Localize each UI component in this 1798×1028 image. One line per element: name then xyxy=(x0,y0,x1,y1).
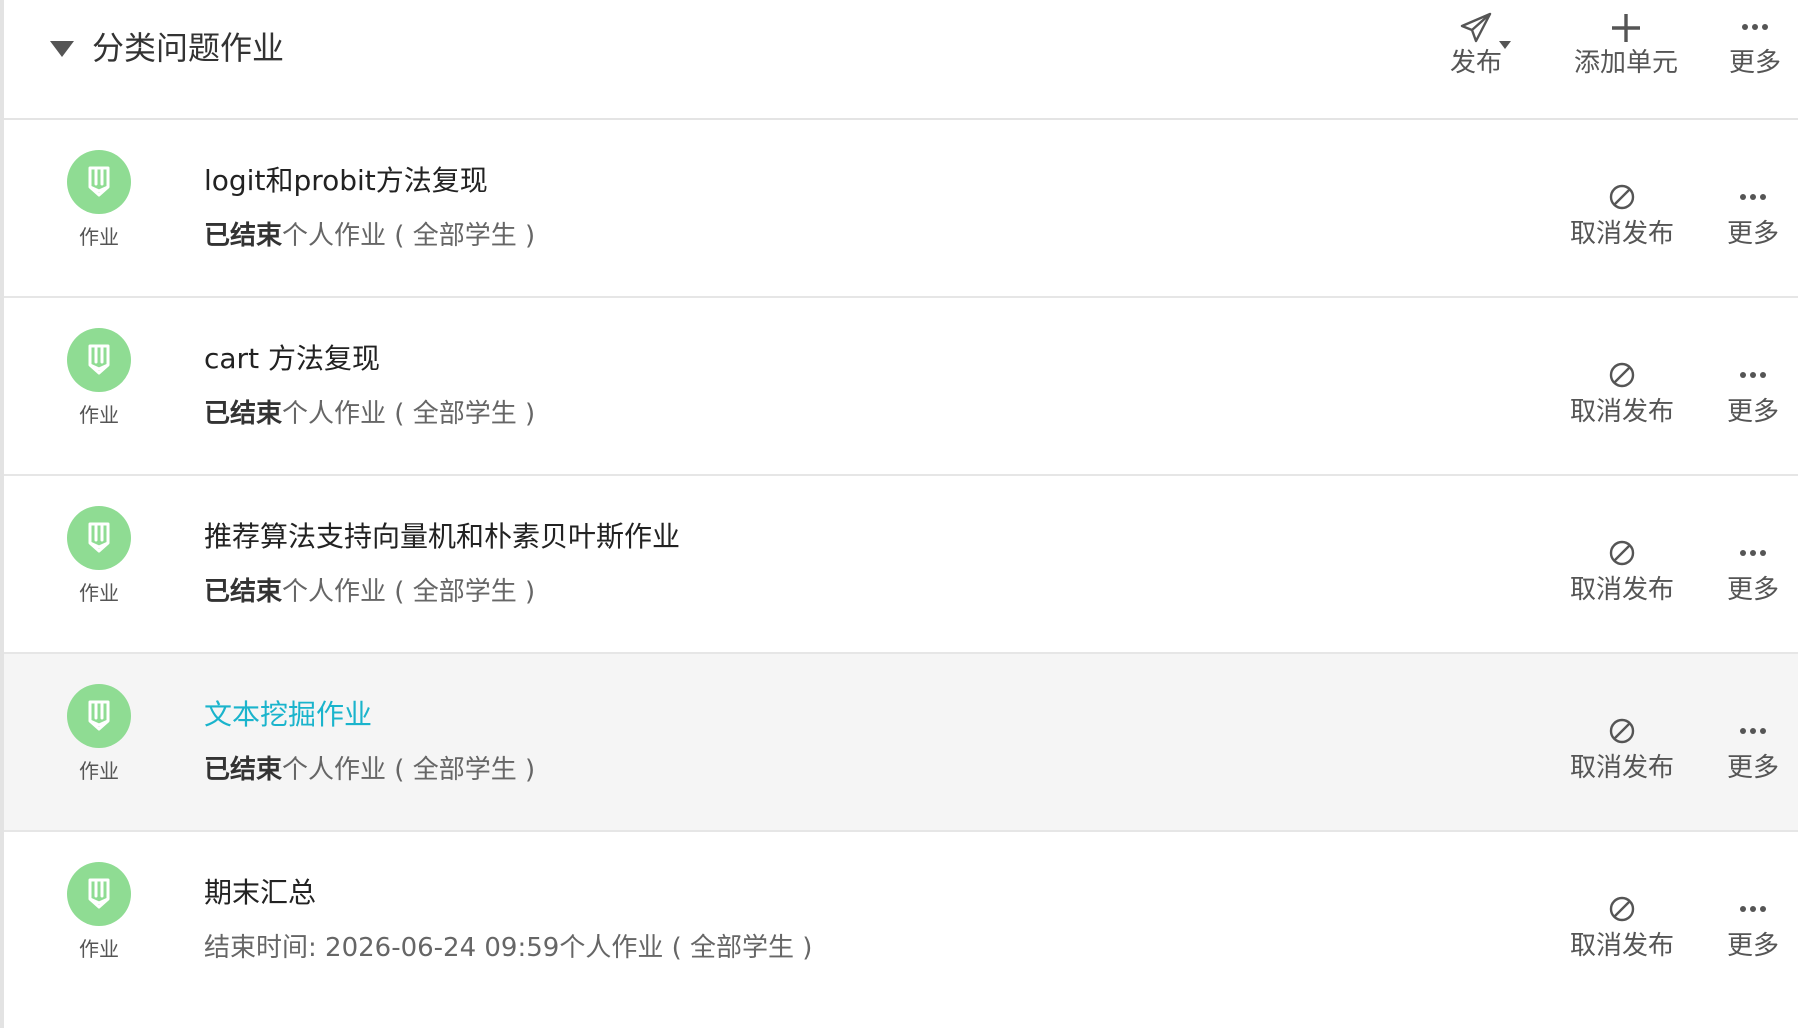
course-unit-page: 分类问题作业 发布 添加单元 更多 作业 logit和probit方法复现 已结… xyxy=(0,0,1798,1028)
more-label: 更多 xyxy=(1726,575,1779,605)
meta-text: 个人作业 ( 全部学生 ) xyxy=(282,755,536,785)
more-dots-icon xyxy=(1740,906,1766,912)
list-item: 作业 文本挖掘作业 已结束个人作业 ( 全部学生 ) 取消发布 更多 xyxy=(4,654,1798,832)
unpublish-label: 取消发布 xyxy=(1569,219,1674,249)
unpublish-label: 取消发布 xyxy=(1569,575,1674,605)
meta-text: 结束时间: 2026-06-24 09:59个人作业 ( 全部学生 ) xyxy=(204,933,813,963)
caret-down-icon[interactable] xyxy=(1498,40,1512,50)
ban-icon xyxy=(1609,896,1635,922)
more-button[interactable]: 更多 xyxy=(1716,534,1790,608)
unpublish-label: 取消发布 xyxy=(1569,931,1674,961)
unpublish-button[interactable]: 取消发布 xyxy=(1566,178,1678,252)
unit-more-button[interactable]: 更多 xyxy=(1718,8,1792,84)
add-unit-button[interactable]: 添加单元 xyxy=(1566,8,1686,84)
status-text: 已结束 xyxy=(204,221,283,251)
more-dots-icon xyxy=(1740,372,1766,378)
ban-icon xyxy=(1609,362,1635,388)
assignment-badge: 作业 xyxy=(66,328,132,428)
more-label: 更多 xyxy=(1726,219,1779,249)
status-text: 已结束 xyxy=(204,399,283,429)
assignment-title[interactable]: 期末汇总 xyxy=(204,874,316,912)
unpublish-label: 取消发布 xyxy=(1569,397,1674,427)
pencil-icon xyxy=(79,518,119,558)
badge-circle xyxy=(67,328,131,392)
assignment-badge: 作业 xyxy=(66,506,132,606)
assignment-badge: 作业 xyxy=(66,862,132,962)
unit-header: 分类问题作业 发布 添加单元 更多 xyxy=(4,0,1798,120)
more-dots-icon xyxy=(1740,728,1766,734)
assignment-meta: 已结束个人作业 ( 全部学生 ) xyxy=(204,218,535,254)
status-text: 已结束 xyxy=(204,755,283,785)
plus-icon xyxy=(1612,14,1640,42)
status-text: 已结束 xyxy=(204,577,283,607)
pencil-icon xyxy=(79,696,119,736)
meta-text: 个人作业 ( 全部学生 ) xyxy=(282,221,536,251)
unpublish-button[interactable]: 取消发布 xyxy=(1566,712,1678,786)
badge-circle xyxy=(67,862,131,926)
pencil-icon xyxy=(79,340,119,380)
more-button[interactable]: 更多 xyxy=(1716,712,1790,786)
more-label: 更多 xyxy=(1726,931,1779,961)
more-button[interactable]: 更多 xyxy=(1716,178,1790,252)
collapse-triangle-icon[interactable] xyxy=(48,38,76,60)
unpublish-button[interactable]: 取消发布 xyxy=(1566,356,1678,430)
assignment-meta: 已结束个人作业 ( 全部学生 ) xyxy=(204,396,535,432)
assignment-badge: 作业 xyxy=(66,684,132,784)
more-dots-icon xyxy=(1740,194,1766,200)
more-button[interactable]: 更多 xyxy=(1716,356,1790,430)
meta-text: 个人作业 ( 全部学生 ) xyxy=(282,399,536,429)
unpublish-label: 取消发布 xyxy=(1569,753,1674,783)
ban-icon xyxy=(1609,540,1635,566)
unit-more-label: 更多 xyxy=(1728,48,1781,78)
pencil-icon xyxy=(79,874,119,914)
more-button[interactable]: 更多 xyxy=(1716,890,1790,964)
pencil-icon xyxy=(79,162,119,202)
unpublish-button[interactable]: 取消发布 xyxy=(1566,534,1678,608)
list-item: 作业 推荐算法支持向量机和朴素贝叶斯作业 已结束个人作业 ( 全部学生 ) 取消… xyxy=(4,476,1798,654)
more-label: 更多 xyxy=(1726,397,1779,427)
badge-label: 作业 xyxy=(79,225,119,249)
badge-circle xyxy=(67,506,131,570)
paper-plane-icon xyxy=(1460,12,1492,43)
more-dots-icon xyxy=(1740,550,1766,556)
badge-label: 作业 xyxy=(79,937,119,961)
assignment-title[interactable]: cart 方法复现 xyxy=(204,340,380,378)
more-label: 更多 xyxy=(1726,753,1779,783)
badge-label: 作业 xyxy=(79,581,119,605)
list-item: 作业 期末汇总 结束时间: 2026-06-24 09:59个人作业 ( 全部学… xyxy=(4,832,1798,1010)
meta-text: 个人作业 ( 全部学生 ) xyxy=(282,577,536,607)
assignment-list: 作业 logit和probit方法复现 已结束个人作业 ( 全部学生 ) 取消发… xyxy=(4,120,1798,1010)
badge-label: 作业 xyxy=(79,759,119,783)
assignment-title[interactable]: 推荐算法支持向量机和朴素贝叶斯作业 xyxy=(204,518,680,556)
assignment-meta: 已结束个人作业 ( 全部学生 ) xyxy=(204,574,535,610)
assignment-title-link[interactable]: 文本挖掘作业 xyxy=(204,696,372,734)
publish-label: 发布 xyxy=(1449,48,1502,78)
list-item: 作业 cart 方法复现 已结束个人作业 ( 全部学生 ) 取消发布 更多 xyxy=(4,298,1798,476)
unpublish-button[interactable]: 取消发布 xyxy=(1566,890,1678,964)
badge-label: 作业 xyxy=(79,403,119,427)
more-dots-icon xyxy=(1742,24,1768,30)
assignment-badge: 作业 xyxy=(66,150,132,250)
assignment-meta: 已结束个人作业 ( 全部学生 ) xyxy=(204,752,535,788)
unit-title: 分类问题作业 xyxy=(92,29,285,67)
badge-circle xyxy=(67,684,131,748)
list-item: 作业 logit和probit方法复现 已结束个人作业 ( 全部学生 ) 取消发… xyxy=(4,120,1798,298)
add-unit-label: 添加单元 xyxy=(1573,48,1678,78)
assignment-meta: 结束时间: 2026-06-24 09:59个人作业 ( 全部学生 ) xyxy=(204,930,812,966)
badge-circle xyxy=(67,150,131,214)
ban-icon xyxy=(1609,184,1635,210)
ban-icon xyxy=(1609,718,1635,744)
assignment-title[interactable]: logit和probit方法复现 xyxy=(204,162,488,200)
